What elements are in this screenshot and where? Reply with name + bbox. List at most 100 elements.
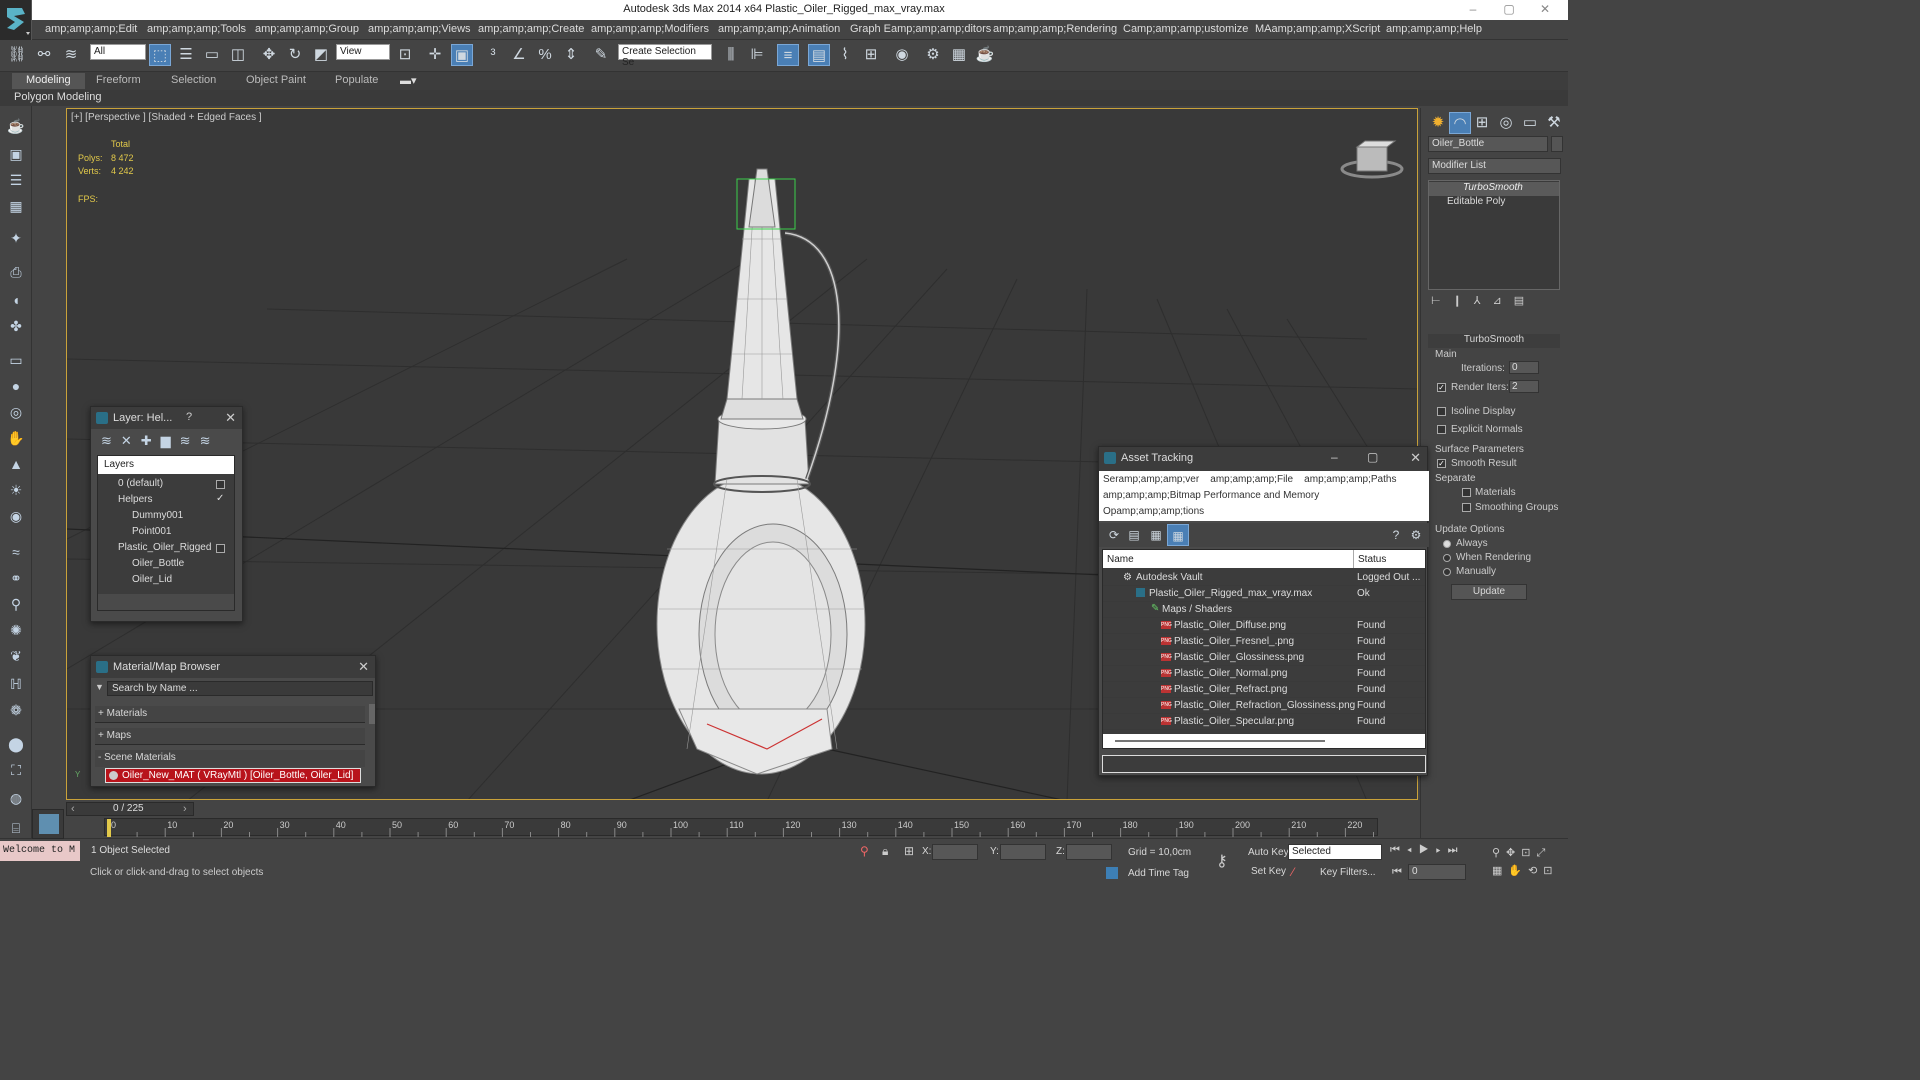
- modify-tab-icon[interactable]: ◠: [1449, 112, 1471, 134]
- refresh-icon[interactable]: ⟳: [1103, 524, 1125, 546]
- table-view-icon[interactable]: ▦: [1145, 524, 1167, 546]
- maxscript-listener[interactable]: Welcome to M: [0, 841, 80, 861]
- material-browser-scrollbar[interactable]: [369, 704, 375, 724]
- viewport-label-menu[interactable]: [+] [Perspective ] [Shaded + Edged Faces…: [71, 112, 262, 123]
- viewcube-icon[interactable]: [1340, 140, 1404, 179]
- layer-window-header[interactable]: Layer: Hel... ? ✕: [91, 407, 242, 429]
- key-filter-icon[interactable]: ⁄: [1292, 865, 1294, 879]
- camera-icon[interactable]: ⎙: [6, 262, 26, 282]
- snaps-toggle-icon[interactable]: ³: [482, 44, 504, 66]
- tab-modeling[interactable]: Modeling: [12, 73, 85, 89]
- time-slider-next-icon[interactable]: ›: [183, 803, 187, 815]
- settings-icon[interactable]: ⚙: [1405, 524, 1427, 546]
- isolate-selection-icon[interactable]: ⚲: [860, 844, 869, 858]
- y-coordinate-field[interactable]: [1000, 844, 1046, 860]
- name-column-header[interactable]: Name: [1107, 554, 1134, 565]
- asset-row[interactable]: PNG Plastic_Oiler_Diffuse.png Found: [1103, 618, 1425, 634]
- separate-smoothing-groups-checkbox[interactable]: [1462, 503, 1471, 512]
- sphere-icon[interactable]: ●: [6, 376, 26, 396]
- render-production-icon[interactable]: ☕: [974, 44, 996, 66]
- rendered-frame-window-icon[interactable]: ▦: [948, 44, 970, 66]
- minimize-button[interactable]: –: [1458, 2, 1488, 16]
- asset-row[interactable]: PNG Plastic_Oiler_Refract.png Found: [1103, 682, 1425, 698]
- rotate-icon[interactable]: ↻: [284, 44, 306, 66]
- tripod-icon[interactable]: ⚲: [6, 594, 26, 614]
- create-tab-icon[interactable]: ✹: [1427, 112, 1449, 134]
- material-search-input[interactable]: Search by Name ...: [107, 681, 373, 696]
- update-button[interactable]: Update: [1451, 584, 1527, 600]
- maps-group[interactable]: + Maps: [95, 728, 365, 745]
- pivot-center-icon[interactable]: ⊡: [394, 44, 416, 66]
- asset-row[interactable]: PNG Plastic_Oiler_Fresnel_.png Found: [1103, 634, 1425, 650]
- asset-tracking-header[interactable]: Asset Tracking – ▢ ✕: [1099, 447, 1427, 471]
- layer-window-close-icon[interactable]: ✕: [225, 410, 236, 426]
- named-selection-set-dropdown[interactable]: Create Selection Se: [618, 44, 712, 68]
- stack-tools-row[interactable]: ⊢❙⅄⊿▤: [1431, 294, 1561, 310]
- percent-snap-icon[interactable]: %: [534, 44, 556, 66]
- asset-row[interactable]: ✎ Maps / Shaders: [1103, 602, 1425, 618]
- menu-group[interactable]: amp;amp;amp;Group: [255, 23, 359, 35]
- material-browser-close-icon[interactable]: ✕: [358, 659, 369, 675]
- layers-column-header[interactable]: Layers: [98, 456, 234, 474]
- layer-row[interactable]: Oiler_Bottle: [98, 556, 234, 572]
- checkmark-icon[interactable]: ✓: [216, 493, 224, 504]
- menu-maxscript[interactable]: MAamp;amp;amp;XScript: [1255, 23, 1380, 35]
- disc-icon[interactable]: ◉: [6, 506, 26, 526]
- render-iters-spinner[interactable]: 2: [1509, 380, 1539, 393]
- asset-row[interactable]: ⚙ Autodesk Vault Logged Out ...: [1103, 570, 1425, 586]
- close-button[interactable]: ✕: [1530, 2, 1560, 16]
- vray-icon[interactable]: ◍: [6, 788, 26, 808]
- bone-icon[interactable]: ◖: [6, 290, 26, 310]
- menu-tools[interactable]: amp;amp;amp;Tools: [147, 23, 246, 35]
- maximize-icon[interactable]: ▢: [1367, 450, 1378, 464]
- list-view-icon[interactable]: ▤: [1123, 524, 1145, 546]
- light-list-icon[interactable]: ⌸: [6, 818, 26, 838]
- object-color-swatch[interactable]: [1551, 136, 1563, 152]
- menu-graph-editors[interactable]: Graph Eamp;amp;amp;ditors: [850, 23, 991, 35]
- asset-row[interactable]: Plastic_Oiler_Rigged_max_vray.max Ok: [1103, 586, 1425, 602]
- grid-icon[interactable]: ▦: [6, 196, 26, 216]
- helper-icon[interactable]: ✤: [6, 316, 26, 336]
- window-crossing-icon[interactable]: ◫: [227, 44, 249, 66]
- viewport-navigation-controls[interactable]: ⚲✥⊡⤢ ▦✋⟲⊡: [1492, 844, 1568, 880]
- update-manually-radio[interactable]: [1443, 568, 1451, 576]
- reference-coordinate-dropdown[interactable]: View: [336, 44, 390, 60]
- keyboard-shortcut-override-icon[interactable]: ▣: [451, 44, 473, 66]
- menu-customize[interactable]: Camp;amp;amp;ustomize: [1123, 23, 1248, 35]
- minimize-icon[interactable]: –: [1331, 450, 1338, 464]
- select-and-link-icon[interactable]: ⛓: [6, 44, 28, 66]
- hand-icon[interactable]: ✋: [6, 428, 26, 448]
- auto-key-button[interactable]: Auto Key: [1248, 847, 1289, 858]
- track-bar[interactable]: 0 10 20 30 40 50 60 70 80 90 100 110 120 130 140 150 160…: [104, 818, 1378, 837]
- update-always-radio[interactable]: [1443, 540, 1451, 548]
- layer-row[interactable]: Oiler_Lid: [98, 572, 234, 588]
- display-tab-icon[interactable]: ▭: [1519, 112, 1541, 134]
- time-tag-icon[interactable]: [1106, 867, 1118, 879]
- motion-tab-icon[interactable]: ◎: [1495, 112, 1517, 134]
- go-to-start-icon[interactable]: ⏮: [1392, 866, 1402, 879]
- absolute-mode-icon[interactable]: ⊞: [904, 844, 914, 858]
- curve-editor-icon[interactable]: ⌇: [834, 44, 856, 66]
- select-manipulate-icon[interactable]: ✛: [424, 44, 446, 66]
- help-icon[interactable]: ?: [1385, 524, 1407, 546]
- layer-row[interactable]: Dummy001: [98, 508, 234, 524]
- polygon-modeling-label[interactable]: Polygon Modeling: [14, 91, 101, 103]
- iterations-spinner[interactable]: 0: [1509, 361, 1539, 374]
- hierarchy-tab-icon[interactable]: ⊞: [1471, 112, 1493, 134]
- viewport-layout-icon[interactable]: [32, 809, 64, 839]
- layer-visibility-checkbox[interactable]: [216, 480, 225, 489]
- oiler-bottle-mesh[interactable]: [656, 178, 866, 775]
- selection-lock-icon[interactable]: 🔒︎: [882, 844, 888, 859]
- teapot-icon[interactable]: ☕: [6, 116, 26, 136]
- menu-views[interactable]: amp;amp;amp;Views: [368, 23, 471, 35]
- materials-group[interactable]: + Materials: [95, 706, 365, 723]
- set-key-button[interactable]: Set Key: [1251, 866, 1286, 877]
- menu-edit[interactable]: amp;amp;amp;Edit: [45, 23, 137, 35]
- light-icon[interactable]: ✦: [6, 228, 26, 248]
- explicit-normals-checkbox[interactable]: [1437, 425, 1446, 434]
- menu-animation[interactable]: amp;amp;amp;Animation: [718, 23, 840, 35]
- add-time-tag-button[interactable]: Add Time Tag: [1128, 868, 1189, 879]
- schematic-view-icon[interactable]: ⊞: [860, 44, 882, 66]
- set-keys-icon[interactable]: ⚷: [1216, 851, 1228, 871]
- torus-icon[interactable]: ◎: [6, 402, 26, 422]
